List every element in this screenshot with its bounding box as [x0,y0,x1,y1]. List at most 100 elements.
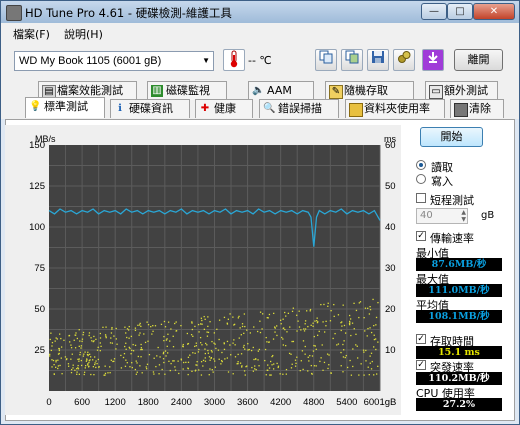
tab-disk-monitor[interactable]: ▥ 磁碟監視 [147,81,227,100]
access-time-point [200,361,203,363]
access-time-point [182,346,184,348]
access-time-point [167,352,169,354]
spinner-icon[interactable]: ▲ ▼ [461,209,466,223]
access-time-point [163,335,165,338]
access-time-point [195,369,197,371]
access-time-point [164,373,166,375]
short-stroke-input[interactable]: 40 ▲ ▼ [416,208,468,224]
access-time-point [374,338,377,340]
access-time-point [253,326,255,328]
y-left-tick-label: 75 [34,263,45,274]
burst-rate-checkbox[interactable]: ✓ 突發速率 [416,359,512,374]
access-time-point [203,315,205,318]
tab-erase[interactable]: 清除 [450,99,504,118]
access-time-point [286,331,288,333]
access-time-point [274,326,276,328]
tab-folder-usage[interactable]: 資料夾使用率 [345,99,445,118]
access-time-point [255,358,257,360]
access-time-point [173,360,175,362]
radio-dot [416,160,426,170]
access-time-point [282,344,285,346]
tab-label: 清除 [469,102,491,115]
access-time-point [289,326,291,328]
access-time-point [58,349,61,352]
access-time-point [164,326,167,328]
tab-random-access[interactable]: ✎ 隨機存取 [325,81,414,100]
access-time-point [291,310,294,313]
access-time-point [269,374,271,376]
access-time-point [92,340,94,343]
access-time-point [93,335,95,338]
tab-aam[interactable]: 🔈 AAM [248,81,314,100]
access-time-point [155,365,157,368]
access-time-point [211,369,213,371]
access-time-point [72,367,74,369]
access-time-point [353,328,355,330]
transfer-rate-checkbox[interactable]: ✓ 傳輸速率 [416,230,512,245]
access-time-point [146,321,148,323]
short-stroke-checkbox[interactable]: 短程測試 [416,192,512,207]
folder-usage-icon [349,103,363,117]
access-time-point [370,368,373,370]
access-time-point [204,357,206,359]
minimize-button[interactable]: — [421,3,447,20]
access-time-checkbox[interactable]: ✓ 存取時間 [416,333,512,348]
write-radio[interactable]: 寫入 [416,173,496,188]
start-button[interactable]: 開始 [420,127,483,147]
tab-extra-tests[interactable]: ▭ 額外測試 [425,81,498,100]
access-time-point [345,354,347,357]
thermometer-icon[interactable] [223,49,245,71]
access-time-point [82,331,85,334]
tab-health[interactable]: ✚ 健康 [195,99,253,118]
access-time-point [238,337,240,339]
exit-button[interactable]: 離開 [454,49,503,71]
access-time-point [104,374,106,376]
access-time-point [81,340,83,343]
access-time-point [296,330,298,332]
access-time-point [252,346,254,349]
tab-error-scan[interactable]: 🔍 錯誤掃描 [259,99,339,118]
access-time-point [267,369,269,371]
access-time-point [355,344,357,346]
access-time-point [327,367,329,370]
access-time-point [79,351,81,354]
options-icon[interactable] [393,49,415,71]
maximize-button[interactable]: □ [447,3,473,20]
access-time-point [178,372,180,375]
download-icon[interactable] [422,49,444,71]
access-time-point [243,344,245,347]
menu-help[interactable]: 說明(H) [64,26,103,42]
access-time-point [358,374,360,376]
access-time-point [154,325,157,327]
menu-file[interactable]: 檔案(F) [13,26,50,42]
access-time-point [70,371,73,374]
read-radio[interactable]: 讀取 [416,159,496,174]
drive-select[interactable]: WD My Book 1105 (6001 gB) ▼ [14,51,214,71]
access-time-point [296,356,298,358]
access-time-point [273,363,275,365]
copy-screenshot-icon[interactable] [341,49,363,71]
close-button[interactable]: ✕ [473,3,515,20]
save-icon[interactable] [367,49,389,71]
access-time-point [51,341,54,344]
access-time-point [131,349,133,352]
access-time-point [360,363,362,365]
access-time-point [280,323,282,325]
access-time-point [174,366,176,368]
access-time-point [177,360,179,362]
tab-benchmark[interactable]: 💡 標準測試 [25,97,105,118]
access-time-point [282,338,284,340]
access-time-point [77,364,79,367]
access-time-point [191,370,193,373]
access-time-point [215,347,217,350]
copy-text-icon[interactable] [315,49,337,71]
access-time-point [349,322,351,324]
access-time-point [135,360,137,362]
access-time-point [328,364,330,366]
access-time-point [156,355,158,357]
access-time-point [152,371,155,373]
access-time-point [137,355,139,358]
tab-info[interactable]: ℹ 硬碟資訊 [110,99,190,118]
y-right-tick-label: 10 [385,345,396,356]
title-bar[interactable]: HD Tune Pro 4.61 - 硬碟檢測-維護工具 — □ ✕ [1,1,519,23]
